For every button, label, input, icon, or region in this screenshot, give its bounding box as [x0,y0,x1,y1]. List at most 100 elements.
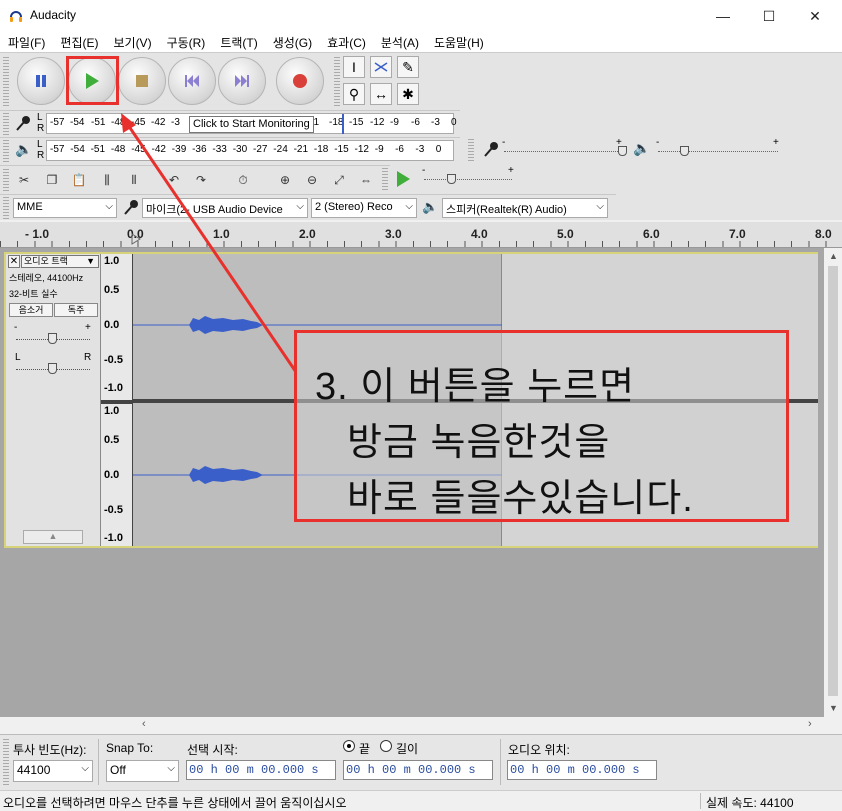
gain-thumb[interactable] [48,333,57,344]
pan-thumb[interactable] [48,363,57,374]
silence-button[interactable]: ⫴ [122,169,146,191]
speaker-icon[interactable]: 🔈 [15,141,32,158]
output-device-select[interactable]: 스피커(Realtek(R) Audio) ⌵ [442,198,608,218]
menu-help[interactable]: 도움말(H) [426,32,491,51]
mute-button[interactable]: 음소거 [9,303,53,317]
collapse-track-button[interactable]: ▲ [23,530,83,544]
playback-meter-grip[interactable] [3,140,9,162]
close-button[interactable]: ✕ [792,0,838,32]
selection-end-time[interactable]: 00 h 00 m 00.000 s [343,760,493,780]
meter-scale-label: -45 [131,144,146,155]
input-volume-thumb[interactable] [618,146,627,156]
scroll-down-icon[interactable]: ▼ [829,703,838,713]
device-toolbar-grip[interactable] [3,197,9,219]
stop-button[interactable] [118,57,166,105]
menu-analyze[interactable]: 분석(A) [373,32,426,51]
zoom-tool[interactable]: ⚲ [343,83,365,105]
scroll-up-icon[interactable]: ▲ [829,251,838,261]
track-close-button[interactable]: ✕ [8,255,20,268]
selection-toolbar-grip[interactable] [3,739,9,785]
close-icon: ✕ [9,256,19,267]
fit-project-button[interactable]: ⇔ [354,169,378,191]
audio-position-time[interactable]: 00 h 00 m 00.000 s [507,760,657,780]
redo-button[interactable]: ↷ [189,169,213,191]
menu-effect[interactable]: 효과(C) [319,32,373,51]
input-device-select[interactable]: 마이크(2- USB Audio Device ⌵ [142,198,308,218]
solo-button[interactable]: 독주 [54,303,98,317]
play-at-speed-icon[interactable] [395,170,411,188]
menu-generate[interactable]: 생성(G) [265,32,319,51]
meter-scale-label: -48 [110,144,126,155]
channels-select[interactable]: 2 (Stereo) Reco ⌵ [311,198,417,218]
output-volume-slider[interactable] [658,151,778,152]
time-shift-tool[interactable]: ↔ [370,83,392,105]
input-volume-slider[interactable] [504,151,622,152]
copy-button[interactable]: ❐ [40,169,64,191]
i-beam-icon: I [352,59,356,75]
edit-toolbar-grip[interactable] [3,169,9,191]
menu-view[interactable]: 보기(V) [105,32,158,51]
sync-lock-button[interactable]: ⏱ [231,169,255,191]
annotation-line-1: 3. 이 버튼을 누르면 [315,366,636,408]
scroll-left-icon[interactable]: ‹ [142,718,146,730]
monitor-tooltip: Click to Start Monitoring [189,116,314,133]
draw-tool[interactable]: ✎ [397,56,419,78]
meter-scale-label: -39 [171,144,187,155]
speed-slider[interactable] [424,179,512,180]
device-toolbar: MME ⌵ 마이크(2- USB Audio Device ⌵ 2 (Stereo)… [0,194,616,220]
paste-icon: 📋 [71,173,87,187]
track-control-panel[interactable]: ✕ 오디오 트랙 ▼ 스테레오, 44100Hz 32-비트 실수 음소거 독주… [6,254,101,546]
record-meter-grip[interactable] [3,113,9,135]
vertical-scrollbar[interactable]: ▲ ▼ [824,248,842,717]
playback-meter-channel-l: L [37,139,43,150]
mixer-grip[interactable] [468,139,474,161]
record-button[interactable] [276,57,324,105]
multi-tool[interactable]: ✱ [397,83,419,105]
tools-toolbar-grip[interactable] [334,56,340,106]
minimize-button[interactable]: — [700,0,746,32]
pause-button[interactable] [17,57,65,105]
output-volume-thumb[interactable] [680,146,689,156]
dropdown-triangle-icon: ▼ [86,256,95,266]
selection-tool[interactable]: I [343,56,365,78]
audio-position-label: 오디오 위치: [508,743,570,757]
snap-to-label: Snap To: [106,741,154,755]
audio-host-select[interactable]: MME ⌵ [13,198,117,218]
zoom-in-button[interactable]: ⊕ [273,169,297,191]
timeline-ruler[interactable]: - 1.0 0.0 1.0 2.0 3.0 4.0 5.0 6.0 7.0 8.… [0,222,842,248]
horizontal-scrollbar[interactable]: ‹ › [0,717,842,734]
menu-edit[interactable]: 편집(E) [52,32,105,51]
end-radio[interactable] [343,740,355,752]
vertical-scroll-thumb[interactable] [828,266,838,696]
trim-button[interactable]: ⫼ [95,169,119,191]
cut-button[interactable]: ✂ [12,169,36,191]
envelope-tool[interactable] [370,56,392,78]
scroll-right-icon[interactable]: › [808,718,812,730]
skip-to-start-button[interactable] [168,57,216,105]
skip-to-end-button[interactable] [218,57,266,105]
meter-scale-label: -6 [395,144,404,155]
output-speaker-icon: 🔈 [633,140,651,156]
track-menu-button[interactable]: 오디오 트랙 ▼ [21,255,99,268]
paste-button[interactable]: 📋 [67,169,91,191]
undo-button[interactable]: ↶ [162,169,186,191]
audio-host-value: MME [17,201,43,213]
scale-label: -0.5 [104,504,123,516]
menu-transport[interactable]: 구동(R) [159,32,213,51]
speed-thumb[interactable] [447,174,456,184]
menu-tracks[interactable]: 트랙(T) [212,32,264,51]
fit-selection-button[interactable]: ⤢ [327,169,351,191]
vertical-scale[interactable] [101,254,133,546]
snap-to-select[interactable]: Off ⌵ [106,760,179,782]
meter-scale-label: -21 [293,144,309,155]
transport-toolbar-grip[interactable] [3,56,9,106]
maximize-button[interactable]: ☐ [746,0,792,32]
menu-file[interactable]: 파일(F) [0,32,52,51]
play-at-speed-grip[interactable] [382,168,388,190]
project-rate-select[interactable]: 44100 ⌵ [13,760,93,782]
zoom-out-button[interactable]: ⊖ [300,169,324,191]
selection-start-time[interactable]: 00 h 00 m 00.000 s [186,760,336,780]
length-radio[interactable] [380,740,392,752]
title-bar: Audacity — ☐ ✕ [0,0,842,32]
microphone-icon[interactable] [12,114,32,134]
